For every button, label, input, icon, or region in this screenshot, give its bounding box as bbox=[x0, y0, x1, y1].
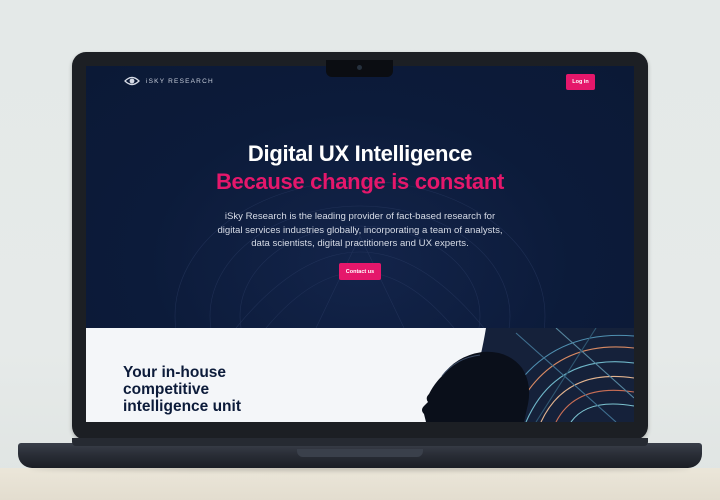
intelligence-unit-section: Your in-house competitive intelligence u… bbox=[86, 328, 634, 422]
brand-name: iSKY RESEARCH bbox=[146, 77, 214, 85]
section-title-line: intelligence unit bbox=[123, 398, 241, 415]
section-title-line: competitive bbox=[123, 381, 210, 398]
brand[interactable]: iSKY RESEARCH bbox=[124, 75, 214, 87]
laptop-hinge bbox=[72, 438, 648, 446]
hero-description-line: data scientists, digital practitioners a… bbox=[251, 238, 469, 249]
hero-section: iSKY RESEARCH Log in Digital UX Intellig… bbox=[86, 66, 634, 328]
table-surface bbox=[0, 468, 720, 500]
webcam bbox=[357, 65, 362, 70]
laptop-opening-lip bbox=[297, 449, 423, 457]
hero-description: iSky Research is the leading provider of… bbox=[200, 210, 520, 251]
hero-background-lines bbox=[174, 180, 546, 328]
login-button[interactable]: Log in bbox=[566, 74, 595, 90]
section-title-line: Your in-house bbox=[123, 364, 227, 381]
eye-icon bbox=[124, 76, 140, 86]
hero-description-line: digital services industries globally, in… bbox=[217, 224, 503, 236]
hero-description-line: iSky Research is the leading provider of… bbox=[224, 211, 496, 222]
photo-scene: iSKY RESEARCH Log in Digital UX Intellig… bbox=[0, 0, 720, 500]
laptop-screen: iSKY RESEARCH Log in Digital UX Intellig… bbox=[86, 66, 634, 422]
contact-us-button[interactable]: Contact us bbox=[339, 263, 381, 280]
hero-title: Digital UX Intelligence bbox=[247, 141, 473, 166]
face-profile-illustration bbox=[416, 328, 634, 422]
camera-notch bbox=[326, 60, 393, 77]
section-title: Your in-house competitive intelligence u… bbox=[123, 364, 283, 415]
hero-subtitle: Because change is constant bbox=[215, 169, 505, 194]
